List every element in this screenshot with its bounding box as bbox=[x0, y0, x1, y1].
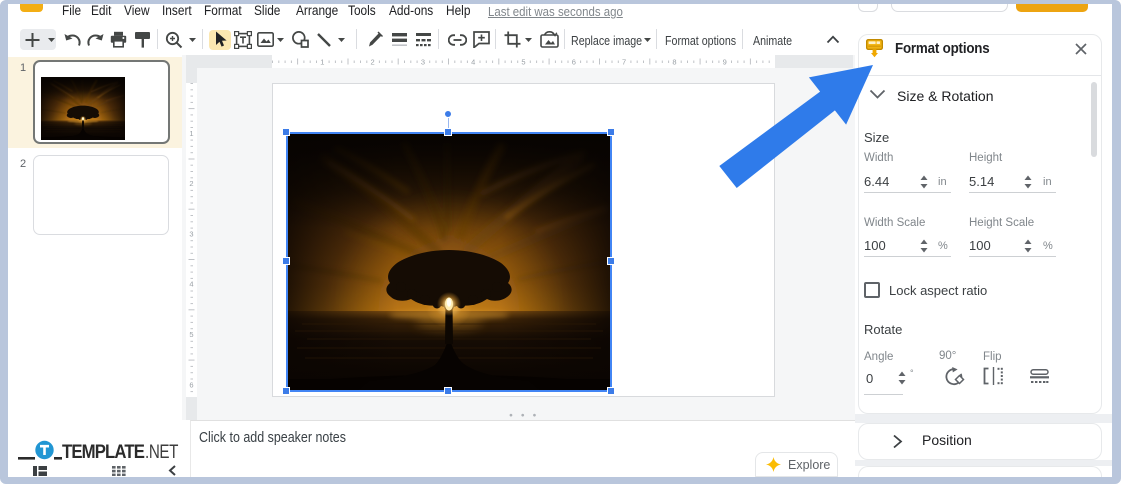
svg-text:5: 5 bbox=[521, 58, 525, 67]
svg-text:2: 2 bbox=[189, 179, 193, 188]
svg-text:2: 2 bbox=[371, 58, 375, 67]
svg-text:5: 5 bbox=[189, 330, 193, 339]
svg-text:3: 3 bbox=[421, 58, 425, 67]
svg-text:3: 3 bbox=[189, 229, 193, 238]
svg-text:4: 4 bbox=[189, 280, 193, 289]
svg-text:4: 4 bbox=[471, 58, 475, 67]
svg-text:.NET: .NET bbox=[145, 442, 179, 463]
svg-text:1: 1 bbox=[189, 129, 193, 138]
svg-text:TEMPLATE: TEMPLATE bbox=[62, 442, 144, 463]
svg-text:6: 6 bbox=[189, 380, 193, 389]
svg-text:6: 6 bbox=[572, 58, 576, 67]
svg-text:1: 1 bbox=[320, 58, 324, 67]
svg-text:7: 7 bbox=[622, 58, 626, 67]
